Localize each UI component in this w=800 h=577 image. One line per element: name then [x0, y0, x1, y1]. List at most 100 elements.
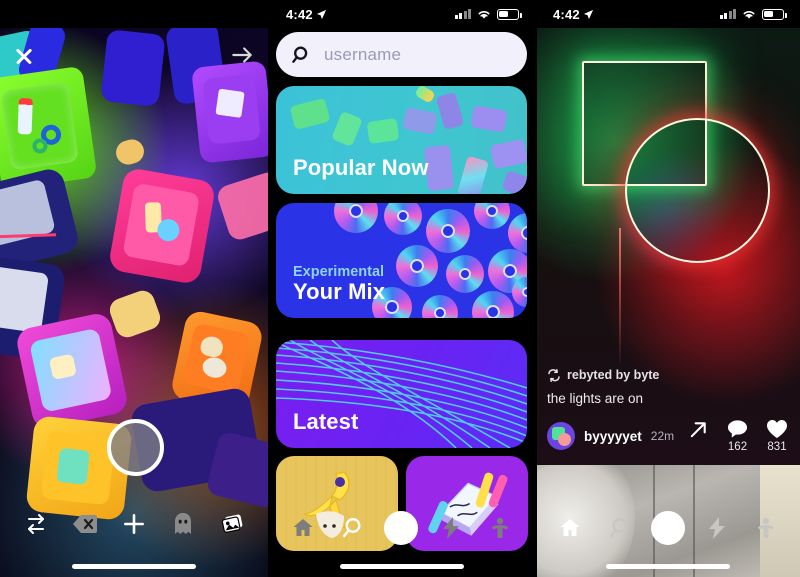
home-indicator — [72, 564, 196, 569]
tab-activity[interactable] — [700, 511, 734, 545]
status-bar — [0, 0, 268, 28]
photo-library-icon — [221, 514, 242, 533]
search-placeholder: username — [324, 44, 402, 64]
scene-block — [191, 60, 268, 164]
bolt-icon — [442, 517, 459, 539]
tab-profile[interactable] — [749, 511, 783, 545]
comment-bubble-icon — [727, 420, 748, 438]
card-art-disc — [426, 209, 470, 253]
post-footer: byyyyyet 22m 162 831 — [547, 419, 788, 453]
heart-icon — [767, 420, 787, 438]
card-art-chip — [402, 106, 438, 136]
share-button[interactable] — [688, 419, 709, 442]
photo-library-button[interactable] — [216, 508, 248, 540]
author-username: byyyyyet — [584, 428, 642, 444]
scene-object — [17, 97, 33, 135]
record-button[interactable] — [107, 419, 164, 476]
card-art-disc — [472, 291, 514, 318]
search-icon — [343, 517, 361, 538]
card-art-chip — [501, 170, 527, 194]
tab-activity[interactable] — [434, 511, 468, 545]
rebyte-icon — [548, 368, 560, 382]
status-bar: 4:42 — [535, 0, 800, 28]
scene-block — [113, 136, 147, 168]
card-art-chip — [289, 98, 331, 130]
post-actions: 162 831 — [688, 419, 788, 453]
card-latest[interactable]: Latest — [276, 340, 527, 448]
avatar[interactable] — [547, 422, 575, 450]
tab-home[interactable] — [286, 511, 320, 545]
scene-block — [14, 311, 130, 431]
flip-camera-button[interactable] — [20, 508, 52, 540]
card-your-mix[interactable]: Experimental Your Mix — [276, 203, 527, 318]
card-art-disc — [334, 203, 378, 233]
card-art-disc — [422, 295, 458, 318]
camera-capture-screen — [0, 0, 268, 577]
card-art-disc — [384, 203, 422, 235]
card-art-disc — [396, 245, 438, 287]
battery-icon — [762, 8, 787, 20]
neon-pole-art — [619, 228, 621, 363]
camera-toolbar — [0, 501, 268, 547]
search-icon — [609, 517, 628, 538]
scene-block — [107, 166, 217, 286]
bolt-icon — [708, 517, 725, 539]
tab-record[interactable] — [384, 511, 419, 545]
post-meta: rebyted by byte the lights are on byyyyy… — [535, 368, 800, 465]
scene-block — [0, 166, 82, 272]
add-button[interactable] — [118, 508, 150, 540]
card-label: Latest — [293, 409, 359, 434]
card-art-chip — [489, 138, 527, 170]
tab-record[interactable] — [650, 511, 685, 545]
status-time: 4:42 — [553, 7, 594, 22]
card-popular-now[interactable]: Popular Now — [276, 86, 527, 194]
scene-object — [215, 88, 245, 118]
cellular-bars-icon — [454, 9, 471, 19]
scene-block — [106, 287, 164, 341]
discover-body: username Popular Now Experimental Your M… — [268, 28, 535, 577]
share-arrow-icon — [690, 422, 706, 438]
card-art-chip — [435, 91, 465, 131]
discover-search-screen: 4:42 username Popular Now Experimental Y… — [268, 0, 535, 577]
delete-clip-button[interactable] — [69, 508, 101, 540]
tab-search[interactable] — [335, 511, 369, 545]
video-feed-screen: 4:42 rebyted by byte the lights are on b… — [535, 0, 800, 577]
three-phone-screenshots: 4:42 username Popular Now Experimental Y… — [0, 0, 800, 577]
person-icon — [757, 517, 774, 538]
card-art-disc — [446, 255, 484, 293]
plus-icon — [124, 514, 144, 534]
scene-block — [100, 29, 166, 107]
scene-screen — [0, 265, 50, 334]
card-sublabel: Experimental — [293, 264, 385, 280]
card-art-chip — [331, 110, 363, 148]
comment-button[interactable]: 162 — [727, 419, 748, 453]
post-timestamp: 22m — [650, 429, 675, 443]
next-arrow-icon[interactable] — [228, 42, 256, 70]
rebyte-label: rebyted by byte — [547, 368, 788, 382]
flip-camera-icon — [28, 514, 45, 534]
home-indicator — [339, 564, 464, 569]
tab-search[interactable] — [602, 511, 636, 545]
ghost-overlay-button[interactable] — [167, 508, 199, 540]
home-icon — [560, 519, 579, 536]
scene-object — [56, 447, 90, 485]
status-time-label: 4:42 — [553, 6, 580, 22]
neon-circle-art — [625, 118, 770, 263]
post-author[interactable]: byyyyyet 22m — [547, 422, 674, 450]
panel-divider — [535, 0, 537, 577]
scene-block — [214, 169, 268, 243]
location-arrow-icon — [583, 9, 593, 19]
search-input[interactable]: username — [276, 32, 527, 77]
location-arrow-icon — [316, 9, 326, 19]
like-button[interactable]: 831 — [766, 419, 788, 453]
tab-profile[interactable] — [483, 511, 517, 545]
status-bar: 4:42 — [268, 0, 535, 28]
backspace-delete-icon — [73, 515, 98, 533]
tab-home[interactable] — [553, 511, 587, 545]
camera-viewfinder — [0, 28, 268, 577]
comment-count: 162 — [727, 441, 748, 453]
close-icon[interactable] — [10, 42, 38, 70]
like-count: 831 — [767, 441, 787, 453]
card-art-chip — [470, 105, 508, 133]
wifi-icon — [743, 11, 755, 19]
